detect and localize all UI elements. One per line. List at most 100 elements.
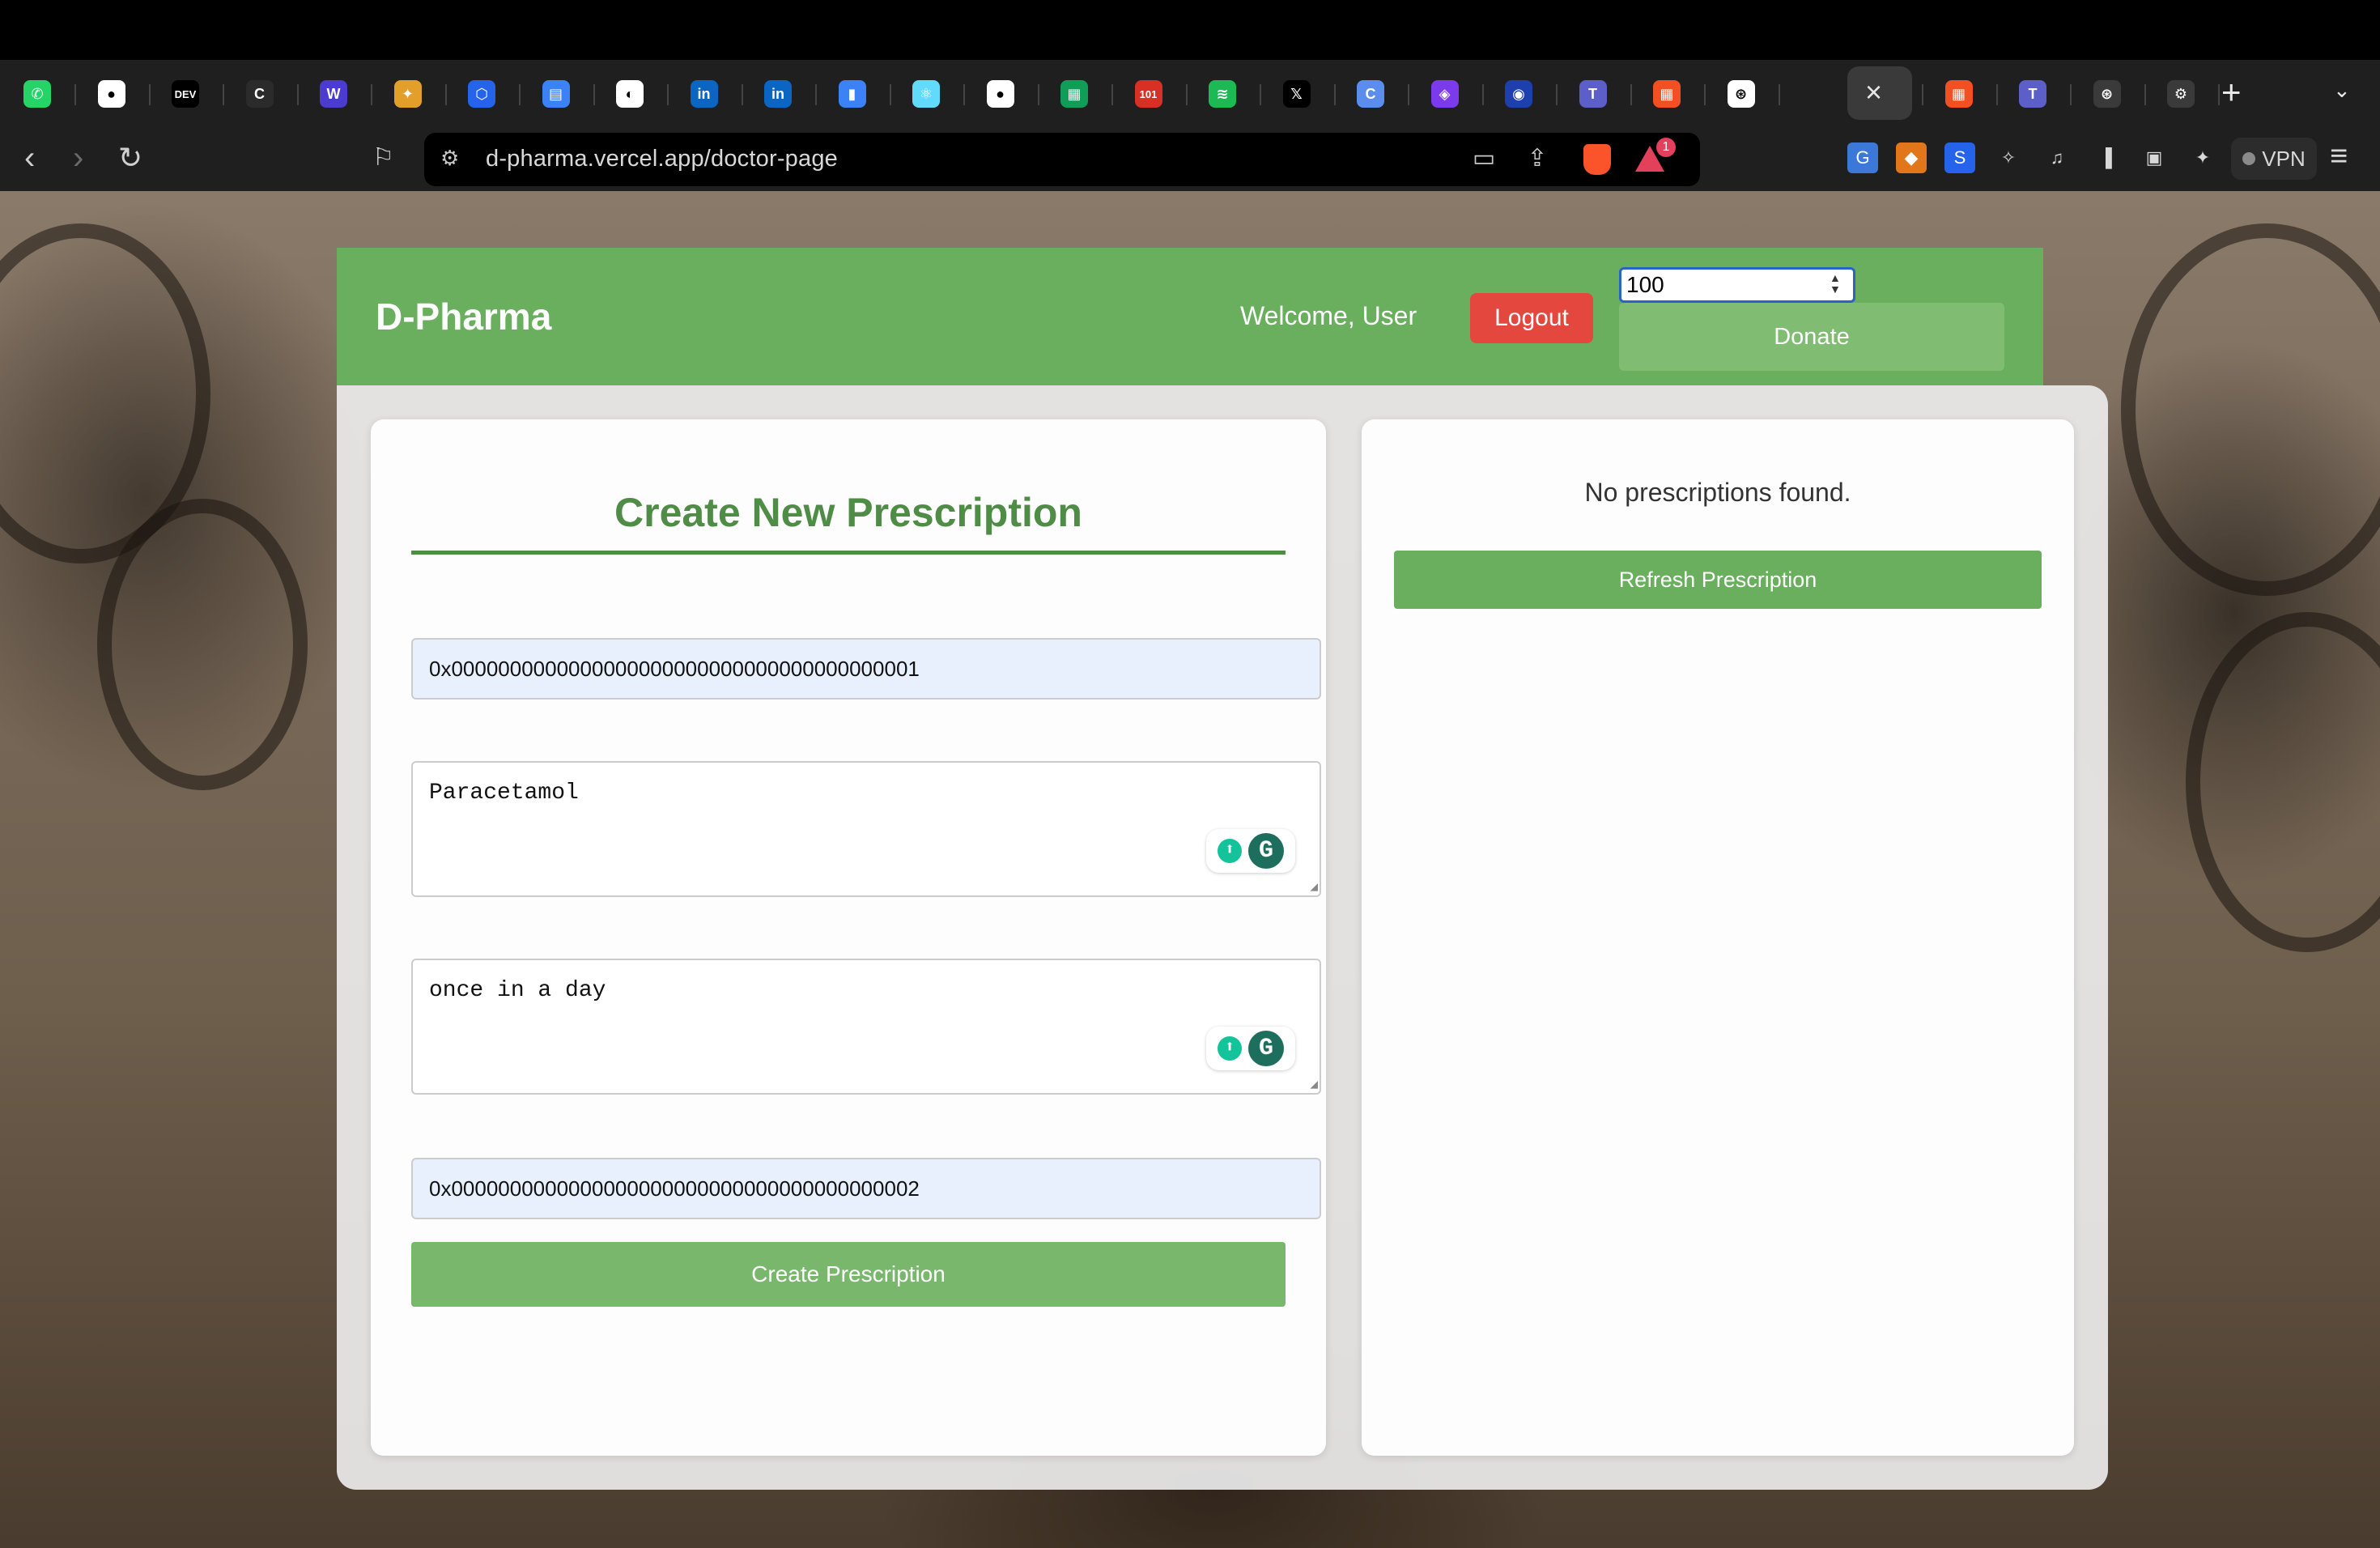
cast-icon[interactable]: ▭ (1468, 144, 1499, 175)
wallet-icon[interactable]: ▣ (2139, 142, 2170, 173)
tab-separator (74, 84, 76, 105)
extension-s-icon[interactable]: S (1944, 142, 1975, 173)
lightbulb-icon[interactable]: ⬆ (1218, 839, 1242, 863)
close-tab-icon[interactable]: × (1865, 76, 1882, 108)
browser-tab[interactable]: ● (976, 70, 1025, 118)
tab-separator (815, 84, 817, 105)
sheets-icon: ▦ (1060, 80, 1088, 108)
forward-button[interactable]: › (73, 138, 83, 178)
translate-icon[interactable]: G (1847, 142, 1878, 173)
browser-tab[interactable]: ✦ (384, 70, 432, 118)
copilot-icon: ◉ (1505, 80, 1532, 108)
app-header: D-Pharma Welcome, User Logout ▲▼ Donate (337, 248, 2043, 385)
brave-shields-icon[interactable] (1583, 144, 1611, 175)
music-icon[interactable]: ♫ (2042, 142, 2072, 173)
background-ornament (97, 499, 308, 790)
browser-tab[interactable]: ⬡ (457, 70, 506, 118)
tab-separator (889, 84, 891, 105)
pharmacy-address-input[interactable] (411, 1158, 1321, 1219)
share-icon[interactable]: ⇪ (1522, 144, 1553, 175)
linkedin-icon: in (764, 80, 792, 108)
tab-separator (1333, 84, 1336, 105)
site-info-icon[interactable]: ⚙ (440, 146, 468, 173)
dosage-textarea[interactable]: once in a day ⬆ G ◢ (411, 959, 1321, 1095)
address-bar[interactable]: ⚙ d-pharma.vercel.app/doctor-page ▭ ⇪ 1 (424, 133, 1700, 186)
browser-tab[interactable]: ▦ (1643, 70, 1691, 118)
logout-button[interactable]: Logout (1470, 293, 1593, 343)
refresh-prescription-button[interactable]: Refresh Prescription (1394, 551, 2042, 609)
grammarly-icon[interactable]: G (1248, 1031, 1284, 1066)
title-divider (411, 551, 1286, 555)
tab-separator (1408, 84, 1409, 105)
vpn-button[interactable]: VPN (2231, 138, 2317, 180)
browser-tab[interactable]: in (754, 70, 802, 118)
metamask-icon[interactable]: ◆ (1896, 142, 1927, 173)
sidebar-icon[interactable]: ▐ (2090, 142, 2121, 173)
resize-handle-icon[interactable]: ◢ (1310, 1078, 1318, 1091)
welcome-text: Welcome, User (1240, 301, 1417, 330)
patient-address-input[interactable] (411, 638, 1321, 700)
tab-separator (223, 84, 224, 105)
docs-icon: ▤ (542, 80, 570, 108)
browser-tab[interactable]: 101 (1124, 70, 1173, 118)
browser-tab[interactable]: ▮ (828, 70, 877, 118)
grammarly-icon[interactable]: G (1248, 833, 1284, 869)
browser-tab[interactable]: in (680, 70, 729, 118)
tab-separator (2070, 84, 2072, 105)
browser-tab[interactable]: ✆ (13, 70, 62, 118)
rewards-badge: 1 (1656, 138, 1676, 157)
tab-separator (741, 84, 743, 105)
extensions-puzzle-icon[interactable]: ✧ (1993, 142, 2024, 173)
create-prescription-button[interactable]: Create Prescription (411, 1242, 1286, 1307)
tab-separator (2144, 84, 2146, 105)
resize-handle-icon[interactable]: ◢ (1310, 881, 1318, 894)
browser-tab[interactable]: ▦ (1935, 70, 1983, 118)
browser-tab[interactable]: C (236, 70, 284, 118)
donate-button[interactable]: Donate (1619, 303, 2004, 371)
github-icon: ● (97, 80, 125, 108)
browser-tab[interactable]: T (2008, 70, 2057, 118)
chart-icon: ▮ (838, 80, 866, 108)
tab-separator (1111, 84, 1113, 105)
reload-button[interactable]: ↻ (118, 138, 142, 178)
new-tab-button[interactable]: + (2221, 73, 2242, 112)
brand-title: D-Pharma (376, 296, 552, 338)
browser-tab[interactable]: W (309, 70, 358, 118)
lightbulb-icon[interactable]: ⬆ (1218, 1036, 1242, 1061)
browser-tab[interactable]: 𝕏 (1273, 70, 1321, 118)
tab-separator (1481, 84, 1484, 105)
back-button[interactable]: ‹ (24, 138, 35, 178)
grammarly-widget[interactable]: ⬆ G (1206, 1027, 1295, 1070)
webflow-icon: W (320, 80, 347, 108)
browser-tab[interactable]: DEV (161, 70, 210, 118)
badge-101-icon: 101 (1134, 80, 1162, 108)
browser-tab[interactable]: ⊛ (2083, 70, 2131, 118)
browser-tab[interactable]: ⚙ (2157, 70, 2205, 118)
browser-tab[interactable]: ▤ (532, 70, 580, 118)
tab-separator (1037, 84, 1039, 105)
vpn-label: VPN (2262, 146, 2306, 171)
number-stepper-icon[interactable]: ▲ ▼ (1830, 272, 1841, 295)
tab-separator (519, 84, 521, 105)
browser-tab[interactable]: ● (87, 70, 136, 118)
leo-ai-icon[interactable]: ✦ (2187, 142, 2218, 173)
browser-tab[interactable]: ◐ (606, 70, 654, 118)
grammarly-widget[interactable]: ⬆ G (1206, 829, 1295, 873)
browser-tab[interactable]: C (1346, 70, 1395, 118)
bookmark-icon[interactable]: ⚐ (372, 138, 394, 178)
url-text[interactable]: d-pharma.vercel.app/doctor-page (486, 146, 838, 172)
browser-tab[interactable]: ⊛ (1717, 70, 1766, 118)
dosage-value: once in a day (429, 978, 606, 1003)
browser-tab[interactable]: ▦ (1050, 70, 1099, 118)
medication-textarea[interactable]: Paracetamol ⬆ G ◢ (411, 761, 1321, 897)
chevron-down-icon[interactable]: ⌄ (2333, 78, 2351, 103)
gear-icon: ⚙ (2167, 80, 2195, 108)
menu-icon[interactable]: ≡ (2330, 139, 2348, 174)
donate-amount-input[interactable] (1619, 267, 1855, 303)
browser-tab[interactable]: ◉ (1494, 70, 1543, 118)
browser-tab[interactable]: ◈ (1421, 70, 1469, 118)
browser-tab[interactable]: ⚛ (902, 70, 950, 118)
browser-tab[interactable]: ≋ (1198, 70, 1247, 118)
react-icon: ⚛ (912, 80, 940, 108)
browser-tab[interactable]: T (1569, 70, 1617, 118)
